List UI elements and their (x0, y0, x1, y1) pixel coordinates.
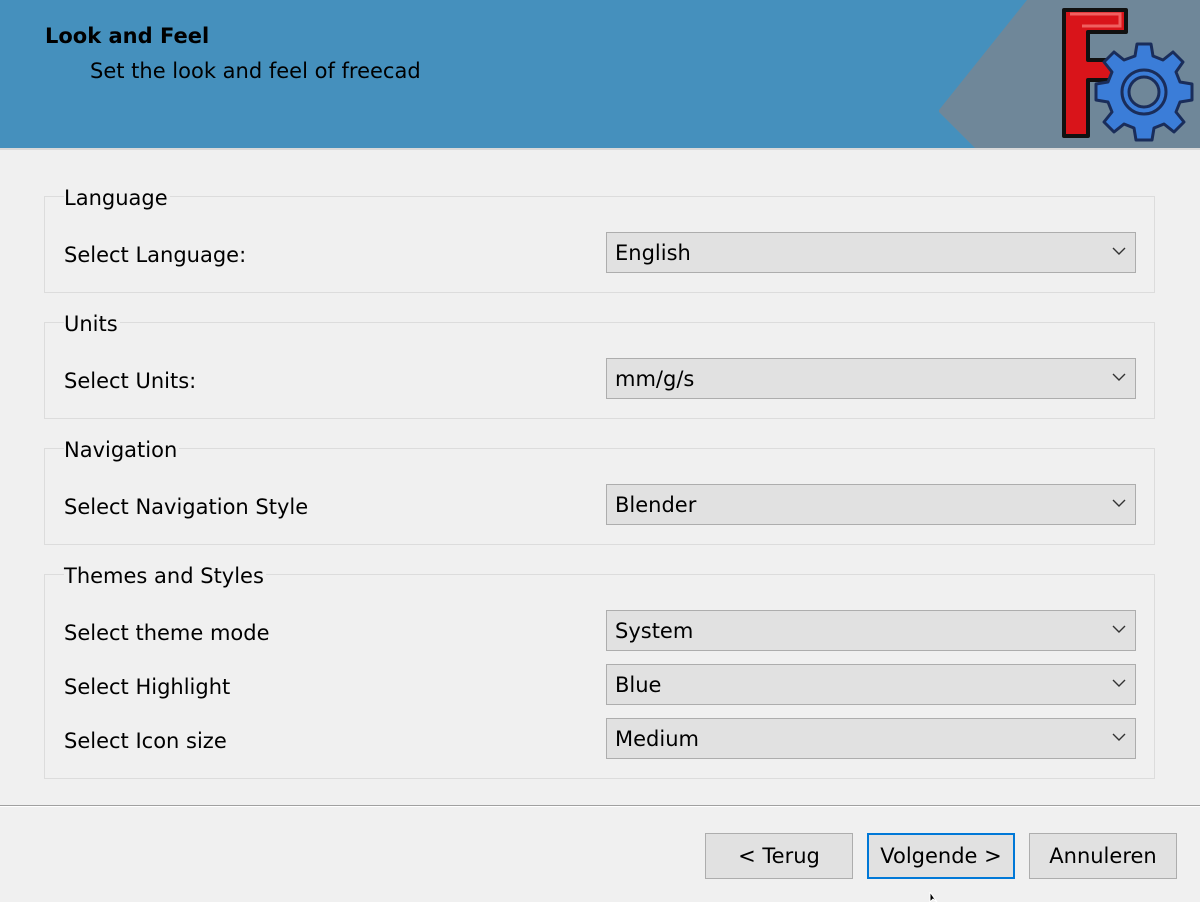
page-subtitle: Set the look and feel of freecad (90, 59, 421, 83)
header-divider (0, 148, 1200, 150)
group-title-navigation: Navigation (64, 437, 180, 463)
page-title: Look and Feel (45, 24, 210, 48)
units-select-value: mm/g/s (615, 367, 695, 391)
mouse-cursor-icon (929, 892, 938, 902)
theme-mode-label: Select theme mode (64, 621, 270, 645)
units-select[interactable]: mm/g/s (606, 358, 1136, 399)
chevron-down-icon (1112, 733, 1126, 741)
theme-mode-select[interactable]: System (606, 610, 1136, 651)
highlight-select[interactable]: Blue (606, 664, 1136, 705)
chevron-down-icon (1112, 499, 1126, 507)
navigation-style-select-value: Blender (615, 493, 697, 517)
back-button[interactable]: < Terug (705, 833, 853, 879)
chevron-down-icon (1112, 373, 1126, 381)
group-title-language: Language (64, 185, 170, 211)
highlight-select-value: Blue (615, 673, 662, 697)
freecad-logo-icon (1062, 8, 1194, 142)
chevron-down-icon (1112, 625, 1126, 633)
group-title-units: Units (64, 311, 120, 337)
navigation-style-label: Select Navigation Style (64, 495, 309, 519)
wizard-window: Look and Feel Set the look and feel of f… (0, 0, 1200, 902)
theme-mode-select-value: System (615, 619, 694, 643)
icon-size-label: Select Icon size (64, 729, 227, 753)
icon-size-select-value: Medium (615, 727, 699, 751)
language-select[interactable]: English (606, 232, 1136, 273)
next-button[interactable]: Volgende > (867, 833, 1015, 879)
icon-size-select[interactable]: Medium (606, 718, 1136, 759)
highlight-label: Select Highlight (64, 675, 231, 699)
cancel-button[interactable]: Annuleren (1029, 833, 1177, 879)
chevron-down-icon (1112, 247, 1126, 255)
units-label: Select Units: (64, 369, 197, 393)
group-title-themes: Themes and Styles (64, 563, 266, 589)
footer-divider-highlight (0, 806, 1200, 807)
navigation-style-select[interactable]: Blender (606, 484, 1136, 525)
wizard-header: Look and Feel Set the look and feel of f… (0, 0, 1200, 148)
language-select-value: English (615, 241, 691, 265)
chevron-down-icon (1112, 679, 1126, 687)
language-label: Select Language: (64, 243, 247, 267)
